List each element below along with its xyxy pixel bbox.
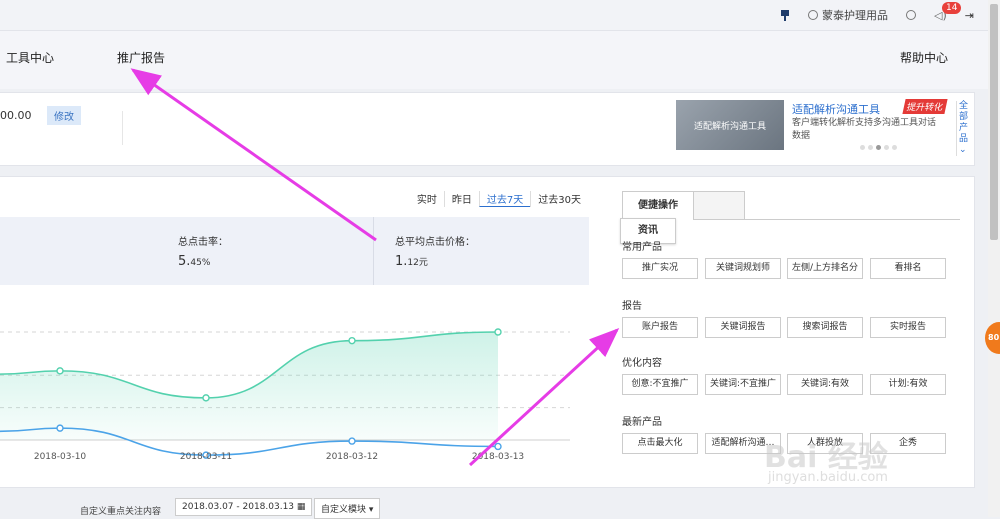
- series-area: [0, 332, 498, 440]
- promo-image[interactable]: 适配解析沟通工具: [676, 100, 784, 150]
- date-range-text: 2018.03.07 - 2018.03.13: [182, 502, 295, 512]
- user-icon: [808, 10, 819, 20]
- quick-action-button[interactable]: 点击最大化: [622, 433, 698, 454]
- calendar-icon: ▦: [296, 502, 306, 512]
- nav-promotion-report[interactable]: 推广报告: [117, 49, 165, 66]
- data-point[interactable]: [348, 336, 356, 345]
- notification-button[interactable]: ◁) 14: [934, 1, 962, 22]
- stats-row: 总点击率： 5.45% 总平均点击价格： 1.12元: [0, 217, 589, 285]
- section-title: 报告: [622, 301, 642, 312]
- promo-tag: 提升转化: [902, 99, 948, 114]
- main-nav: 工具中心 推广报告 帮助中心: [0, 31, 988, 89]
- divider: [373, 217, 374, 285]
- custom-module-label: 自定义模块: [321, 505, 367, 515]
- section-title: 最新产品: [622, 417, 662, 428]
- top-bar: 蒙泰护理用品 ◁) 14 ⇥: [0, 0, 988, 31]
- data-point[interactable]: [348, 437, 356, 445]
- quick-actions: 便捷操作: [622, 191, 960, 220]
- quick-action-button[interactable]: 实时报告: [870, 317, 946, 338]
- filter-realtime[interactable]: 实时: [410, 191, 444, 207]
- account-balance: 00.00: [0, 109, 32, 122]
- x-tick-label: 2018-03-10: [34, 452, 87, 462]
- promo-title[interactable]: 适配解析沟通工具: [792, 101, 880, 117]
- filter-7-days[interactable]: 过去7天: [478, 191, 531, 207]
- time-filter: 实时 昨日 过去7天 过去30天: [410, 191, 588, 207]
- data-point[interactable]: [56, 424, 64, 432]
- tab-news[interactable]: [693, 191, 745, 220]
- data-point[interactable]: [494, 328, 502, 336]
- custom-module-select[interactable]: 自定义模块 ▾: [314, 498, 381, 519]
- stat-cpc-dec: 12元: [407, 258, 428, 268]
- all-products-label: 全部产品: [959, 101, 969, 144]
- filter-30-days[interactable]: 过去30天: [530, 191, 588, 207]
- stat-cpc-int: 1.: [395, 254, 408, 269]
- x-tick-label: 2018-03-13: [472, 452, 524, 462]
- stat-ctr-dec: 45%: [190, 258, 211, 268]
- all-products-link[interactable]: 全部产品 ⌄: [956, 101, 971, 156]
- trend-chart: 2018-03-10 2018-03-11 2018-03-12 2018-03-13: [0, 328, 570, 462]
- quick-action-button[interactable]: 计划:有效: [870, 374, 946, 395]
- minus-circle-icon[interactable]: [906, 10, 917, 20]
- section-title: 优化内容: [622, 358, 662, 369]
- scrollbar-thumb[interactable]: [990, 4, 998, 240]
- x-tick-label: 2018-03-11: [180, 452, 232, 462]
- carousel-dots[interactable]: [860, 145, 897, 150]
- stat-ctr-label: 总点击率：: [178, 237, 228, 248]
- flag-icon[interactable]: [780, 9, 790, 21]
- quick-action-button[interactable]: 关键词:有效: [787, 374, 863, 395]
- stat-ctr-int: 5.: [178, 254, 191, 269]
- quick-action-button[interactable]: 看排名: [870, 258, 946, 279]
- footer-bar: 自定义重点关注内容 2018.03.07 - 2018.03.13 ▦ 自定义模…: [0, 492, 988, 519]
- promo-desc: 客户端转化解析支持多沟通工具对话数据: [792, 118, 937, 141]
- account-panel: 00.00 修改 适配解析沟通工具 适配解析沟通工具 提升转化 客户端转化解析支…: [0, 92, 975, 166]
- quick-action-button[interactable]: 推广实况: [622, 258, 698, 279]
- quick-action-button[interactable]: 账户报告: [622, 317, 698, 338]
- user-name: 蒙泰护理用品: [822, 9, 889, 22]
- filter-yesterday[interactable]: 昨日: [443, 191, 479, 207]
- custom-focus-label: 自定义重点关注内容: [80, 507, 162, 517]
- data-point[interactable]: [202, 394, 210, 402]
- quick-action-button[interactable]: 搜索词报告: [787, 317, 863, 338]
- nav-help-center[interactable]: 帮助中心: [900, 49, 948, 66]
- section-title: 常用产品: [622, 242, 662, 253]
- divider: [122, 111, 123, 145]
- data-point[interactable]: [494, 442, 502, 451]
- edit-button[interactable]: 修改: [47, 106, 81, 125]
- quick-action-button[interactable]: 关键词规划师: [705, 258, 781, 279]
- baidu-watermark-url: jingyan.baidu.com: [768, 470, 888, 485]
- quick-action-button[interactable]: 左侧/上方排名分: [787, 258, 863, 279]
- stat-ctr[interactable]: 总点击率： 5.45%: [178, 233, 228, 269]
- date-range-picker[interactable]: 2018.03.07 - 2018.03.13 ▦: [175, 498, 313, 516]
- stat-cpc[interactable]: 总平均点击价格： 1.12元: [395, 233, 475, 269]
- stat-cpc-label: 总平均点击价格：: [395, 237, 475, 248]
- notification-badge: 14: [942, 1, 962, 14]
- quick-action-button[interactable]: 关键词报告: [705, 317, 781, 338]
- logout-icon[interactable]: ⇥: [965, 9, 974, 22]
- data-point[interactable]: [56, 367, 64, 375]
- tab-quick-ops[interactable]: 便捷操作: [622, 191, 694, 220]
- chevron-down-icon: ⌄: [959, 145, 967, 155]
- user-menu[interactable]: 蒙泰护理用品: [808, 7, 888, 23]
- scrollbar[interactable]: [988, 0, 1000, 517]
- quick-action-button[interactable]: 创意:不宜推广: [622, 374, 698, 395]
- caret-down-icon: ▾: [368, 505, 374, 515]
- quick-action-button[interactable]: 关键词:不宜推广: [705, 374, 781, 395]
- nav-tools-center[interactable]: 工具中心: [6, 49, 54, 66]
- x-tick-label: 2018-03-12: [326, 452, 378, 462]
